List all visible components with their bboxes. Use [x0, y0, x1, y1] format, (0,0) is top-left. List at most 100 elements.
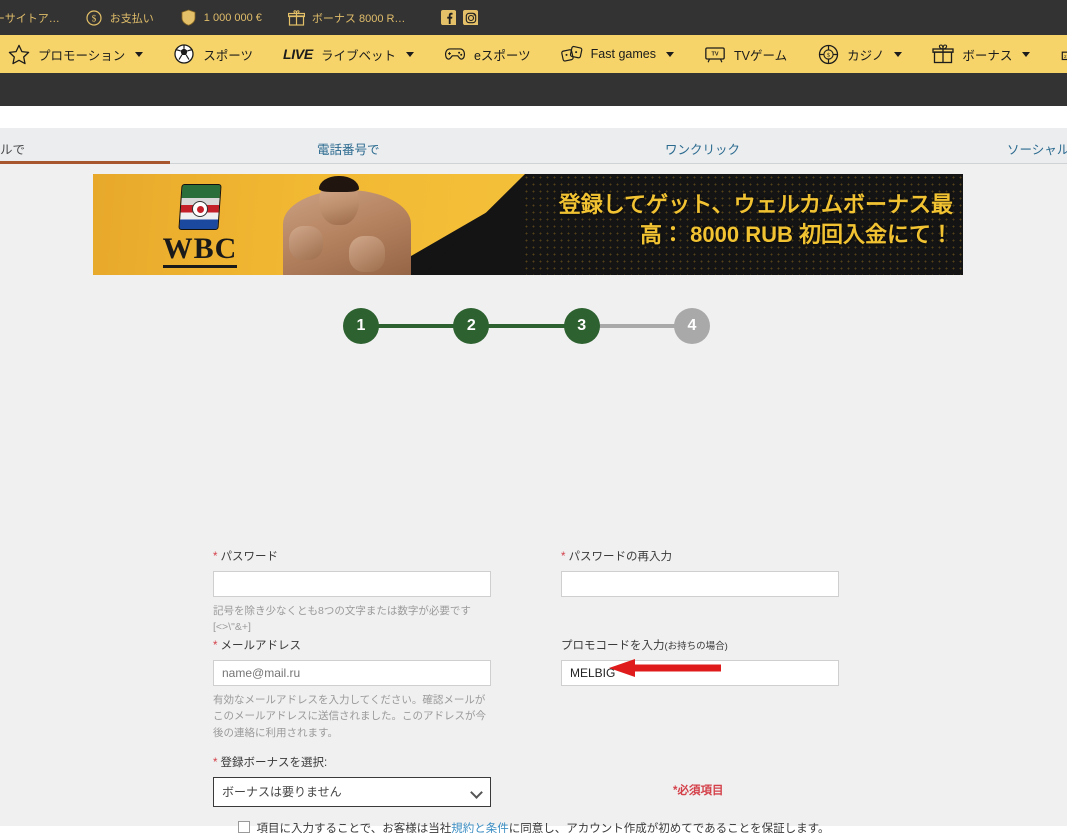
nav-label-tvgames: TVゲーム [733, 48, 788, 63]
star-icon [8, 43, 30, 65]
field-label-password-confirm: * パスワードの再入力 [561, 548, 839, 564]
chevron-down-icon [894, 51, 903, 57]
email-hint: 有効なメールアドレスを入力してください。確認メールがこのメールアドレスに送信され… [213, 694, 486, 739]
tab-one-click[interactable]: ワンクリック [665, 139, 740, 158]
step-line-3-4 [598, 324, 675, 328]
nav-item-results[interactable]: 2 結果 [1060, 43, 1067, 65]
tab-by-email[interactable]: ルで [0, 139, 25, 158]
field-label-password-text: パスワード [220, 551, 278, 563]
boxer-photo [261, 174, 446, 275]
required-asterisk: * [213, 551, 218, 563]
terms-checkbox[interactable] [237, 821, 250, 833]
field-label-email: * メールアドレス [213, 637, 491, 653]
svg-text:$: $ [827, 52, 830, 59]
wbc-logo: WBC [145, 184, 255, 268]
nav-label-esports: eスポーツ [473, 48, 531, 63]
tab-by-phone[interactable]: 電話番号で [317, 139, 380, 158]
chevron-down-icon [135, 51, 144, 57]
terms-text: 項目に入力することで、お客様は当社規約と条件に同意し、アカウント作成が初めてであ… [257, 820, 830, 833]
gift-icon [932, 43, 955, 65]
required-asterisk: * [561, 551, 566, 563]
topbar-item-site[interactable]: ーサイトア… [0, 10, 60, 26]
chevron-down-icon [405, 51, 414, 57]
tv-icon: TV [704, 43, 726, 65]
shield-icon [180, 9, 197, 26]
nav-item-fastgames[interactable]: Fast games [560, 43, 674, 65]
nav-label-sports: スポーツ [203, 48, 254, 63]
required-fields-note: *必須項目 [673, 785, 724, 797]
field-label-password-confirm-text: パスワードの再入力 [568, 551, 672, 563]
nav-label-bonuses: ボーナス [962, 48, 1013, 63]
registration-stepper: 1 2 3 4 [343, 306, 710, 346]
banner-headline: 登録してゲット、ウェルカムボーナス最 高： 8000 RUB 初回入金にて！ [433, 190, 953, 251]
nav-item-promotions[interactable]: プロモーション [8, 43, 144, 65]
password-hint: 記号を除き少なくとも8つの文字または数字が必要です [<>\"&+] [213, 605, 471, 634]
password-confirm-input[interactable] [561, 571, 839, 597]
topbar-item-bonus[interactable]: ボーナス 8000 R… [287, 9, 406, 26]
banner-headline-line1: 登録してゲット、ウェルカムボーナス最 [558, 192, 953, 217]
nav-item-tvgames[interactable]: TV TVゲーム [704, 43, 787, 65]
field-promo-code: プロモコードを入力(お持ちの場合) [561, 637, 839, 686]
field-label-bonus-text: 登録ボーナスを選択: [220, 757, 328, 769]
nav-label-fastgames: Fast games [590, 47, 656, 61]
nav-label-casino: カジノ [847, 48, 885, 63]
registration-method-tabs: ルで 電話番号で ワンクリック ソーシャルネッ [0, 128, 1067, 164]
field-password: * パスワード 記号を除き少なくとも8つの文字または数字が必要です [<>\"&+… [213, 548, 491, 636]
gamepad-icon [444, 43, 466, 65]
terms-text-before: 項目に入力することで、お客様は当社 [256, 823, 452, 833]
nav-item-livebet[interactable]: LIVE ライブベット [283, 45, 414, 64]
results-icon: 2 [1060, 43, 1067, 65]
field-label-promo-text: プロモコードを入力 [561, 640, 665, 652]
password-input[interactable] [213, 571, 491, 597]
soccer-ball-icon [173, 43, 195, 65]
field-label-email-text: メールアドレス [220, 640, 301, 652]
facebook-icon[interactable] [441, 10, 457, 25]
step-1[interactable]: 1 [343, 308, 379, 344]
required-asterisk: * [213, 757, 218, 769]
casino-chip-icon: $ [817, 43, 839, 65]
step-line-1-2 [378, 324, 455, 328]
required-asterisk: * [213, 640, 218, 652]
step-line-2-3 [488, 324, 565, 328]
svg-text:TV: TV [711, 51, 718, 57]
tab-social-net[interactable]: ソーシャルネッ [1007, 139, 1067, 158]
topbar-item-payments[interactable]: $ お支払い [86, 9, 154, 26]
nav-item-bonuses[interactable]: ボーナス [932, 43, 1031, 65]
field-label-bonus: * 登録ボーナスを選択: [213, 754, 491, 770]
dollar-coin-icon: $ [86, 9, 103, 26]
dark-separator-band [0, 73, 1067, 106]
field-label-promo: プロモコードを入力(お持ちの場合) [561, 637, 839, 653]
banner-headline-line2: 高： 8000 RUB 初回入金にて！ [640, 222, 953, 248]
social-links [441, 10, 479, 25]
page-body: WBC 登録してゲット、ウェルカムボーナス最 高： 8000 RUB 初回入金に… [0, 164, 1067, 833]
svg-text:$: $ [92, 13, 97, 23]
promo-banner[interactable]: WBC 登録してゲット、ウェルカムボーナス最 高： 8000 RUB 初回入金に… [93, 174, 963, 275]
live-text-icon: LIVE [283, 46, 313, 62]
nav-item-casino[interactable]: $ カジノ [817, 43, 903, 65]
wbc-logo-text: WBC [162, 234, 238, 268]
terms-text-after: に同意し、アカウント作成が初めてであることを保証します。 [508, 823, 830, 833]
topbar-label-payments: お支払い [109, 12, 154, 25]
nav-label-livebet: ライブベット [320, 48, 396, 63]
gift-icon [287, 9, 305, 26]
field-email: *メールアドレス 有効なメールアドレスを入力してください。確認メールがこのメール… [213, 637, 491, 741]
field-label-promo-suffix: (お持ちの場合) [664, 641, 728, 652]
topbar-item-jackpot[interactable]: 1 000 000 € [180, 9, 262, 26]
promo-code-input[interactable] [561, 660, 839, 686]
bonus-select[interactable]: ボーナスは要りません [213, 777, 491, 807]
step-3[interactable]: 3 [563, 308, 600, 344]
nav-item-sports[interactable]: スポーツ [173, 43, 253, 65]
email-input[interactable] [213, 660, 491, 686]
instagram-icon[interactable] [463, 10, 479, 25]
topbar-label-site: ーサイトア… [0, 12, 60, 25]
topbar-label-bonus: ボーナス 8000 R… [311, 12, 406, 25]
wbc-belt-icon [172, 184, 228, 232]
nav-label-promotions: プロモーション [38, 48, 126, 63]
topbar-label-jackpot: 1 000 000 € [203, 11, 262, 24]
terms-and-conditions-link[interactable]: 規約と条件 [451, 823, 509, 833]
field-registration-bonus: * 登録ボーナスを選択: ボーナスは要りません [213, 754, 491, 807]
nav-item-esports[interactable]: eスポーツ [444, 43, 531, 65]
step-2[interactable]: 2 [453, 308, 490, 344]
field-password-confirm: * パスワードの再入力 [561, 548, 839, 597]
step-4[interactable]: 4 [673, 308, 710, 344]
